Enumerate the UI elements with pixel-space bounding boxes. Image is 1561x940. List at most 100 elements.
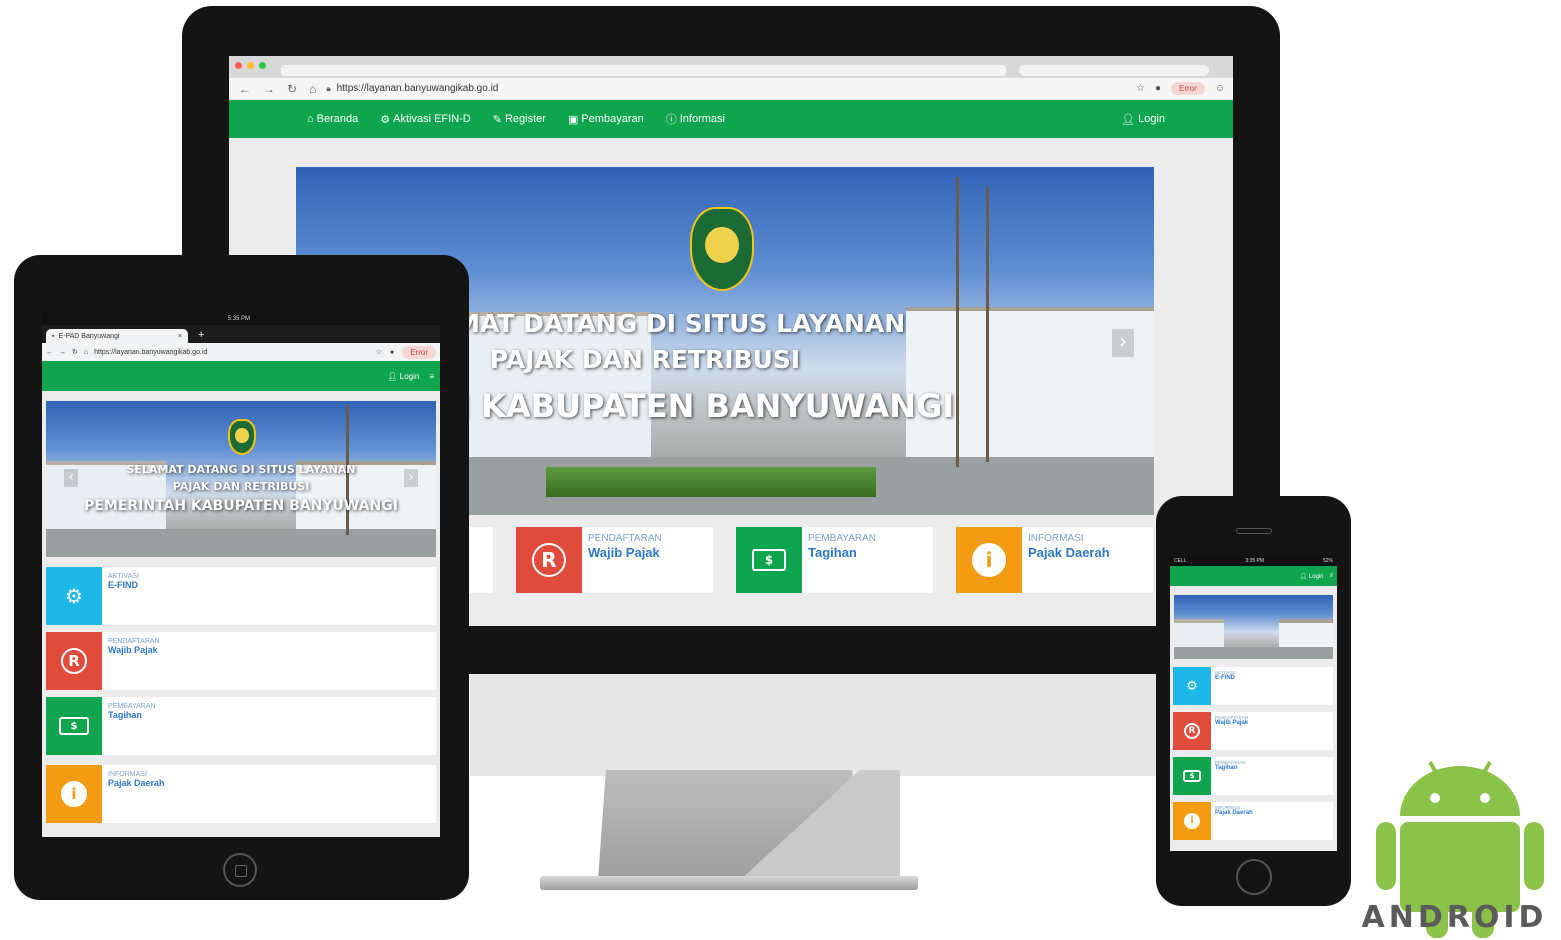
back-icon[interactable]: ←	[239, 82, 251, 96]
card-category: PENDAFTARAN	[108, 638, 160, 645]
error-badge[interactable]: Error	[402, 345, 436, 359]
maximize-dot[interactable]	[259, 62, 266, 69]
phone-hero-banner	[1174, 595, 1333, 659]
gear-icon: ⚙	[380, 113, 391, 126]
money-icon: $	[1173, 757, 1211, 795]
home-icon[interactable]: ⌂	[84, 349, 88, 356]
tablet-hero-banner: SELAMAT DATANG DI SITUS LAYANAN PAJAK DA…	[46, 401, 436, 557]
tablet-card-pembayaran[interactable]: $ PEMBAYARAN Tagihan	[46, 697, 436, 755]
tablet-status-bar: 5:35 PM	[42, 313, 440, 325]
phone-card-pendaftaran[interactable]: R PENDAFTARAN Wajib Pajak	[1173, 712, 1333, 750]
phone-status-bar: CELL 3:35 PM 52%	[1170, 555, 1337, 566]
card-title[interactable]: Wajib Pajak	[102, 645, 160, 655]
gear-icon: ⚙	[46, 567, 102, 625]
banyuwangi-seal-icon	[228, 419, 256, 455]
back-icon[interactable]: ←	[46, 349, 53, 356]
nav-beranda[interactable]: ⌂ Beranda	[307, 113, 358, 125]
nav-pembayaran[interactable]: ▣ Pembayaran	[568, 113, 644, 126]
close-dot[interactable]	[235, 62, 242, 69]
nav-aktivasi[interactable]: ⚙ Aktivasi EFIN-D	[380, 113, 471, 126]
tablet-address-bar: ← → ↻ ⌂ https://layanan.banyuwangikab.go…	[42, 343, 440, 361]
desktop-search-strip[interactable]	[1019, 65, 1209, 76]
card-title[interactable]: E-FIND	[1211, 675, 1235, 681]
new-tab-icon[interactable]: +	[198, 329, 204, 341]
nav-login[interactable]: 👤︎ Login	[1121, 113, 1165, 126]
phone-card-pembayaran[interactable]: $ PEMBAYARAN Tagihan	[1173, 757, 1333, 795]
window-controls	[235, 62, 266, 69]
card-informasi[interactable]: i INFORMASI Pajak Daerah	[956, 527, 1153, 593]
phone-carrier: CELL	[1174, 557, 1187, 564]
hero-title-line2: PAJAK DAN RETRIBUSI	[172, 480, 310, 493]
tablet-browser-tab[interactable]: ▪ E-PAD Banyuwangi ×	[46, 329, 188, 343]
phone-home-button[interactable]	[1236, 859, 1272, 895]
home-icon: ⌂	[307, 113, 314, 125]
phone-navbar: 👤︎ Login ≡	[1170, 566, 1337, 586]
phone-device: CELL 3:35 PM 52% 👤︎ Login ≡ ⚙ AKTIVASI E-…	[1156, 496, 1351, 906]
star-icon[interactable]: ☆	[1136, 83, 1145, 94]
nav-informasi[interactable]: ⓘ Informasi	[666, 111, 725, 127]
tablet-screen: 5:35 PM ▪ E-PAD Banyuwangi × + ← → ↻ ⌂ h…	[42, 313, 440, 837]
card-title[interactable]: E-FIND	[102, 580, 139, 590]
desktop-tab-bar	[229, 56, 1233, 78]
card-title[interactable]: Tagihan	[1211, 765, 1246, 771]
profile-icon[interactable]: ☺	[1215, 83, 1225, 94]
card-pembayaran[interactable]: $ PEMBAYARAN Tagihan	[736, 527, 933, 593]
carousel-next-icon[interactable]: ›	[1112, 329, 1134, 357]
hero-title-line1: SELAMAT DATANG DI SITUS LAYANAN	[126, 463, 356, 476]
carousel-prev-icon[interactable]: ‹	[64, 469, 78, 487]
desktop-tab-strip[interactable]	[281, 65, 1006, 76]
building-right	[1279, 619, 1333, 649]
courtyard	[46, 529, 436, 557]
extension-icon[interactable]: ●	[390, 349, 394, 356]
android-wordmark: ANDROID	[1361, 900, 1548, 935]
banyuwangi-seal-icon	[690, 207, 754, 291]
card-category: PENDAFTARAN	[1215, 715, 1249, 720]
tablet-login[interactable]: 👤︎ Login	[387, 372, 419, 381]
registered-icon: R	[46, 632, 102, 690]
registered-icon: R	[1173, 712, 1211, 750]
extension-icon[interactable]: ●	[1155, 83, 1161, 94]
desktop-nav-controls: ← → ↻ ⌂	[229, 82, 326, 96]
forward-icon[interactable]: →	[263, 82, 275, 96]
close-tab-icon[interactable]: ×	[178, 333, 182, 340]
card-pendaftaran[interactable]: R PENDAFTARAN Wajib Pajak	[516, 527, 713, 593]
nav-register[interactable]: ✎ Register	[493, 113, 546, 126]
error-badge[interactable]: Error	[1171, 82, 1205, 95]
tablet-device: 5:35 PM ▪ E-PAD Banyuwangi × + ← → ↻ ⌂ h…	[14, 255, 469, 900]
card-category: INFORMASI	[1215, 805, 1241, 810]
card-title[interactable]: Pajak Daerah	[102, 778, 165, 788]
card-title[interactable]: Pajak Daerah	[1028, 545, 1110, 560]
tablet-status-time: 5:35 PM	[227, 316, 250, 322]
reload-icon[interactable]: ↻	[287, 82, 297, 96]
pencil-icon: ✎	[492, 113, 502, 126]
hamburger-menu-icon[interactable]: ≡	[1329, 573, 1333, 579]
card-category: INFORMASI	[1028, 533, 1084, 544]
card-title[interactable]: Tagihan	[808, 545, 876, 560]
desktop-toolbar-right: ☆ ● Error ☺	[1136, 82, 1233, 95]
card-category: PEMBAYARAN	[108, 703, 156, 710]
phone-card-aktivasi[interactable]: ⚙ AKTIVASI E-FIND	[1173, 667, 1333, 705]
home-icon[interactable]: ⌂	[309, 82, 316, 96]
monitor-stand-base	[540, 876, 918, 890]
minimize-dot[interactable]	[247, 62, 254, 69]
desktop-url[interactable]: https://layanan.banyuwangikab.go.id	[337, 83, 499, 94]
card-title[interactable]: Wajib Pajak	[588, 545, 662, 560]
card-title[interactable]: Tagihan	[102, 710, 156, 720]
tablet-url[interactable]: https://layanan.banyuwangikab.go.id	[94, 349, 207, 356]
info-icon: ⓘ	[665, 114, 677, 126]
reload-icon[interactable]: ↻	[72, 348, 78, 356]
tablet-card-informasi[interactable]: i INFORMASI Pajak Daerah	[46, 765, 436, 823]
star-icon[interactable]: ☆	[376, 348, 382, 356]
tablet-card-aktivasi[interactable]: ⚙ AKTIVASI E-FIND	[46, 567, 436, 625]
carousel-next-icon[interactable]: ›	[404, 469, 418, 487]
tablet-card-pendaftaran[interactable]: R PENDAFTARAN Wajib Pajak	[46, 632, 436, 690]
forward-icon[interactable]: →	[59, 349, 66, 356]
card-title[interactable]: Pajak Daerah	[1211, 810, 1253, 816]
money-icon: ▣	[567, 113, 579, 126]
hamburger-menu-icon[interactable]: ≡	[429, 372, 434, 381]
phone-card-informasi[interactable]: i INFORMASI Pajak Daerah	[1173, 802, 1333, 840]
phone-login[interactable]: 👤︎ Login	[1300, 573, 1324, 580]
phone-screen: CELL 3:35 PM 52% 👤︎ Login ≡ ⚙ AKTIVASI E-…	[1170, 555, 1337, 851]
tablet-home-button[interactable]	[223, 853, 257, 887]
card-title[interactable]: Wajib Pajak	[1211, 720, 1248, 726]
